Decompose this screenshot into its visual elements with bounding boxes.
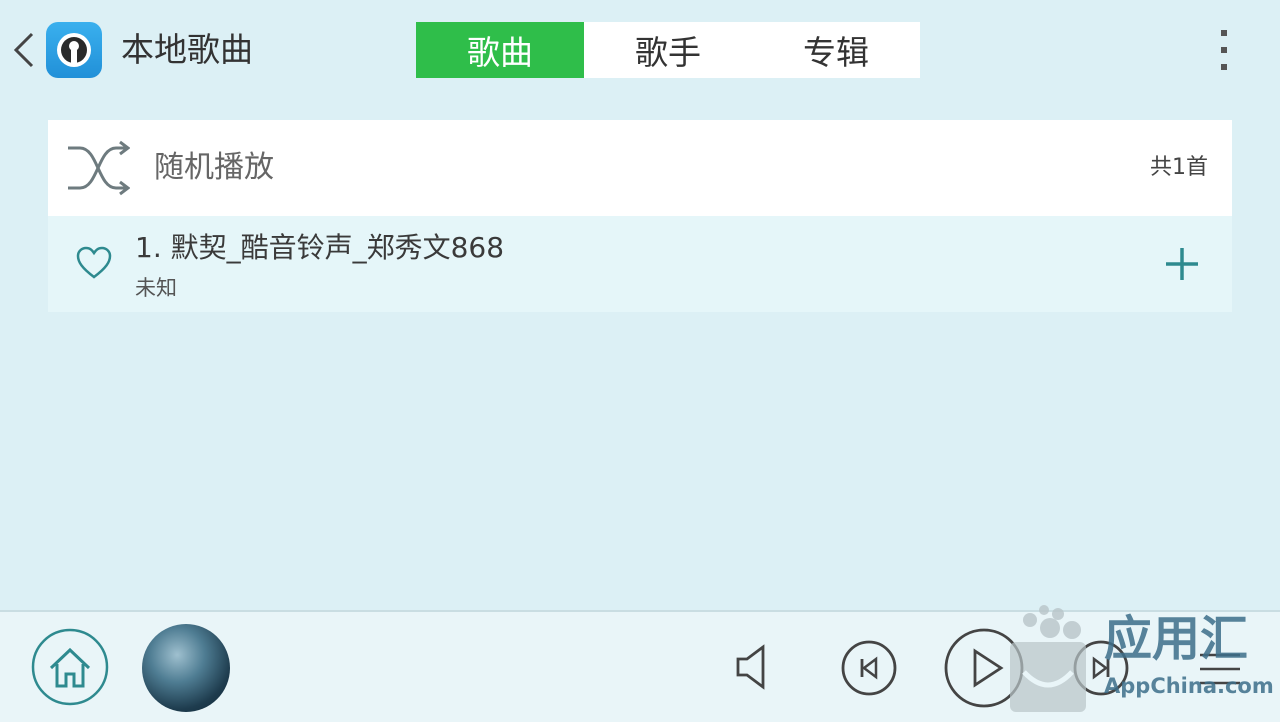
song-list-item[interactable]: 1. 默契_酷音铃声_郑秀文868 未知 [48, 216, 1232, 312]
player-bar [0, 610, 1280, 722]
album-art[interactable] [142, 624, 230, 712]
shuffle-play-row[interactable]: 随机播放 共1首 [48, 120, 1232, 216]
tab-artists[interactable]: 歌手 [584, 22, 752, 78]
song-artist: 未知 [135, 276, 177, 300]
page-title: 本地歌曲 [121, 30, 253, 69]
play-icon[interactable] [944, 628, 1024, 708]
tab-songs[interactable]: 歌曲 [416, 22, 584, 78]
shuffle-icon [68, 140, 130, 196]
volume-icon[interactable] [734, 642, 774, 692]
plus-icon[interactable] [1164, 246, 1200, 282]
shuffle-label: 随机播放 [154, 150, 274, 185]
next-icon[interactable] [1073, 640, 1129, 696]
heart-icon[interactable] [76, 246, 112, 280]
song-title: 1. 默契_酷音铃声_郑秀文868 [135, 231, 505, 264]
top-bar: 本地歌曲 歌曲 歌手 专辑 [0, 0, 1280, 100]
tab-albums[interactable]: 专辑 [752, 22, 920, 78]
home-icon[interactable] [31, 628, 109, 706]
previous-icon[interactable] [841, 640, 897, 696]
back-arrow-icon[interactable] [8, 28, 40, 72]
app-logo-icon [46, 22, 102, 78]
song-count: 共1首 [1150, 155, 1208, 180]
playlist-icon[interactable] [1196, 652, 1242, 686]
tab-bar: 歌曲 歌手 专辑 [416, 22, 920, 78]
more-vert-icon[interactable] [1206, 28, 1242, 72]
